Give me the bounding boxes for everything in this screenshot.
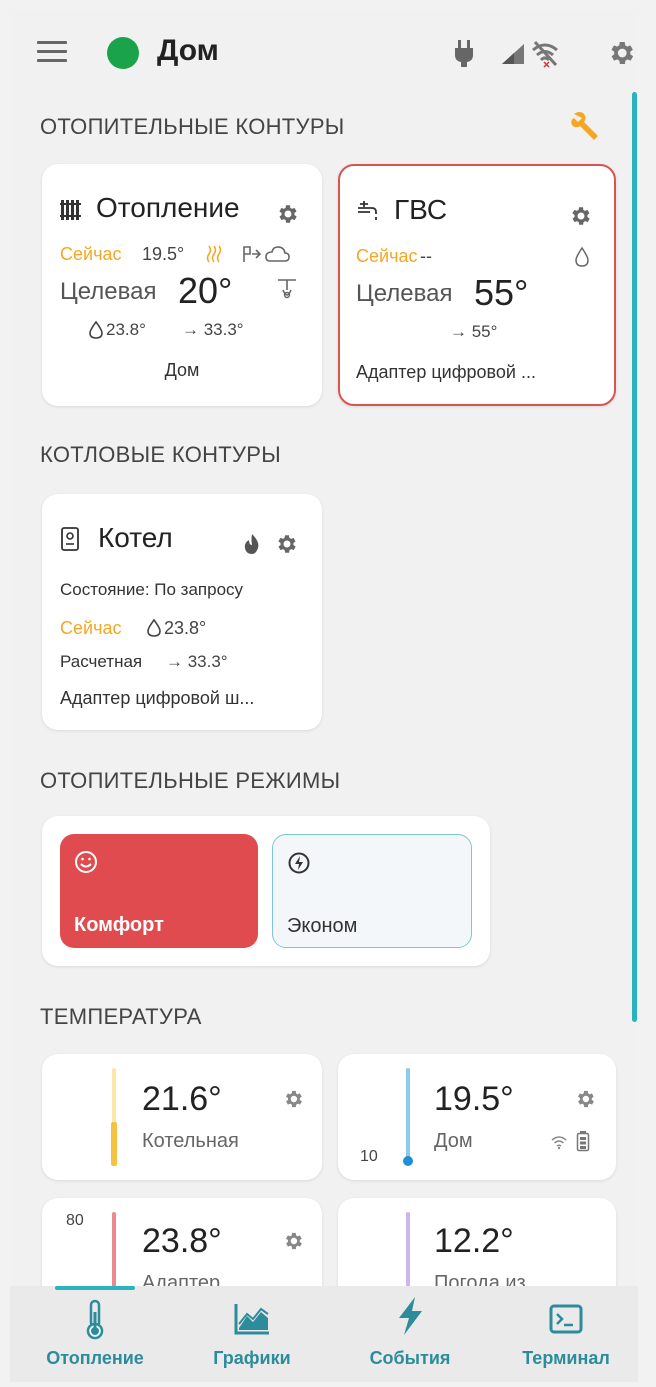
heating-arrow-value: → 33.3°	[182, 320, 244, 339]
boiler-calc-value: → 33.3°	[166, 652, 228, 671]
lightning-icon	[399, 1297, 422, 1335]
scrollbar[interactable]	[632, 92, 637, 1022]
nav-item-terminal[interactable]: Терминал	[496, 1286, 636, 1382]
smile-icon	[75, 851, 97, 873]
faucet-icon	[358, 201, 377, 220]
nav-label-heating: Отопление	[46, 1348, 144, 1368]
mode-econom-button[interactable]: Эконом	[272, 834, 472, 948]
section-title-boiler-circuits: КОТЛОВЫЕ КОНТУРЫ	[40, 442, 282, 467]
gvs-source: Адаптер цифровой ...	[356, 362, 536, 382]
nav-item-heating[interactable]: Отопление	[25, 1286, 165, 1382]
heating-settings-gear-icon[interactable]	[275, 202, 299, 226]
mode-comfort-button[interactable]: Комфорт	[60, 834, 258, 948]
gvs-settings-gear-icon[interactable]	[568, 204, 592, 228]
settings-gear-icon[interactable]	[606, 38, 636, 68]
cloud-icon	[265, 246, 290, 262]
sensor-min-value: 10	[360, 1148, 378, 1165]
sensor-value: 23.8°	[142, 1222, 222, 1260]
boiler-drop-icon	[147, 618, 161, 637]
bottom-navigation: Отопление Графики События Терминал	[10, 1286, 638, 1382]
thermostat-icon	[278, 279, 296, 299]
gvs-circuit-card[interactable]: ГВС Сейчас -- Целевая 55° → 55° Адаптер …	[338, 164, 616, 406]
temp-bar-fill	[111, 1122, 117, 1166]
gvs-now-value: --	[420, 246, 432, 266]
heating-circuit-card[interactable]: Отопление Сейчас 19.5° Целевая 20° 23.8°…	[42, 164, 322, 406]
modes-card: Комфорт Эконом	[42, 816, 490, 966]
sensor-settings-gear-icon[interactable]	[282, 1230, 304, 1252]
section-title-heating-modes: ОТОПИТЕЛЬНЫЕ РЕЖИМЫ	[40, 768, 341, 793]
sensor-value: 21.6°	[142, 1080, 222, 1118]
mode-econom-label: Эконом	[287, 915, 358, 937]
heating-location: Дом	[164, 360, 200, 380]
nav-item-charts[interactable]: Графики	[182, 1286, 322, 1382]
sensor-settings-gear-icon[interactable]	[574, 1088, 596, 1110]
heat-waves-icon	[206, 245, 222, 263]
heating-target-label: Целевая	[60, 278, 157, 305]
plug-icon	[455, 40, 473, 67]
boiler-state: Состояние: По запросу	[60, 580, 244, 599]
heating-supply-value: 23.8°	[106, 320, 146, 339]
mode-comfort-label: Комфорт	[74, 914, 164, 936]
boiler-now-value: 23.8°	[164, 618, 207, 638]
sensor-name: Котельная	[142, 1130, 239, 1152]
sensor-value: 12.2°	[434, 1222, 514, 1260]
gvs-target-value: 55°	[474, 272, 529, 313]
sensor-value: 19.5°	[434, 1080, 514, 1118]
temp-bar-knob	[403, 1156, 413, 1166]
menu-icon[interactable]	[37, 41, 67, 63]
wrench-icon[interactable]	[570, 108, 604, 142]
boiler-source: Адаптер цифровой ш...	[60, 688, 255, 708]
auto-mode-icon	[243, 246, 262, 262]
thermometer-icon	[86, 1299, 104, 1340]
terminal-icon	[549, 1304, 583, 1334]
top-bar: Дом	[10, 10, 638, 94]
boiler-now-label: Сейчас	[60, 618, 122, 638]
wifi-icon	[551, 1136, 567, 1150]
flame-icon	[244, 534, 259, 554]
section-title-heating-circuits: ОТОПИТЕЛЬНЫЕ КОНТУРЫ	[40, 114, 345, 139]
gvs-arrow-value: → 55°	[450, 322, 498, 341]
temp-bar-track	[406, 1068, 410, 1162]
boiler-calc-label: Расчетная	[60, 652, 143, 671]
temp-sensor-card[interactable]: 10 19.5° Дом	[338, 1054, 616, 1180]
nav-label-events: События	[369, 1348, 451, 1368]
heating-card-title: Отопление	[96, 192, 240, 223]
nav-item-events[interactable]: События	[340, 1286, 480, 1382]
heating-now-value: 19.5°	[142, 244, 185, 264]
app-frame: Дом ОТОПИТЕЛЬНЫЕ КОНТУРЫ Отопление Сейча…	[10, 10, 638, 1382]
gvs-drop-icon	[575, 246, 589, 267]
sensor-name: Дом	[434, 1130, 473, 1152]
gvs-now-label: Сейчас	[356, 246, 418, 266]
temp-sensor-card[interactable]: 21.6° Котельная	[42, 1054, 322, 1180]
section-title-temperature: ТЕМПЕРАТУРА	[40, 1004, 202, 1029]
boiler-card[interactable]: Котел Состояние: По запросу Сейчас 23.8°…	[42, 494, 322, 730]
heating-target-value: 20°	[178, 270, 233, 311]
status-indicator	[107, 37, 139, 69]
power-saving-icon	[288, 852, 310, 874]
gvs-target-label: Целевая	[356, 280, 453, 307]
nav-label-terminal: Терминал	[522, 1348, 610, 1368]
sensor-max-value: 80	[66, 1212, 84, 1229]
nav-label-charts: Графики	[213, 1348, 291, 1368]
drop-icon	[89, 320, 103, 339]
boiler-card-title: Котел	[98, 522, 173, 553]
gvs-card-title: ГВС	[394, 194, 448, 225]
signal-icon	[502, 44, 524, 64]
radiator-icon	[60, 200, 81, 220]
page-title: Дом	[157, 34, 219, 67]
sensor-settings-gear-icon[interactable]	[282, 1088, 304, 1110]
boiler-icon	[61, 527, 79, 551]
heating-now-label: Сейчас	[60, 244, 122, 264]
boiler-settings-gear-icon[interactable]	[274, 532, 298, 556]
chart-icon	[234, 1304, 269, 1335]
wifi-off-icon	[532, 40, 558, 68]
battery-icon	[576, 1131, 590, 1152]
